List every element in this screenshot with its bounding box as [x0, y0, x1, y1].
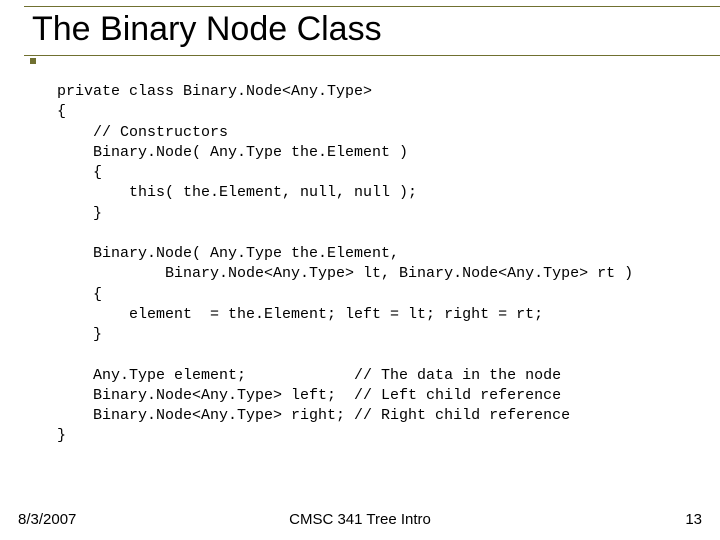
title-underline: [24, 55, 720, 56]
footer-page-number: 13: [685, 511, 702, 528]
slide-title: The Binary Node Class: [32, 10, 382, 49]
top-rule: [24, 6, 720, 7]
bullet-square-icon: [30, 58, 36, 64]
footer-center: CMSC 341 Tree Intro: [0, 511, 720, 528]
code-block: private class Binary.Node<Any.Type> { //…: [57, 82, 633, 447]
slide: The Binary Node Class private class Bina…: [0, 0, 720, 540]
